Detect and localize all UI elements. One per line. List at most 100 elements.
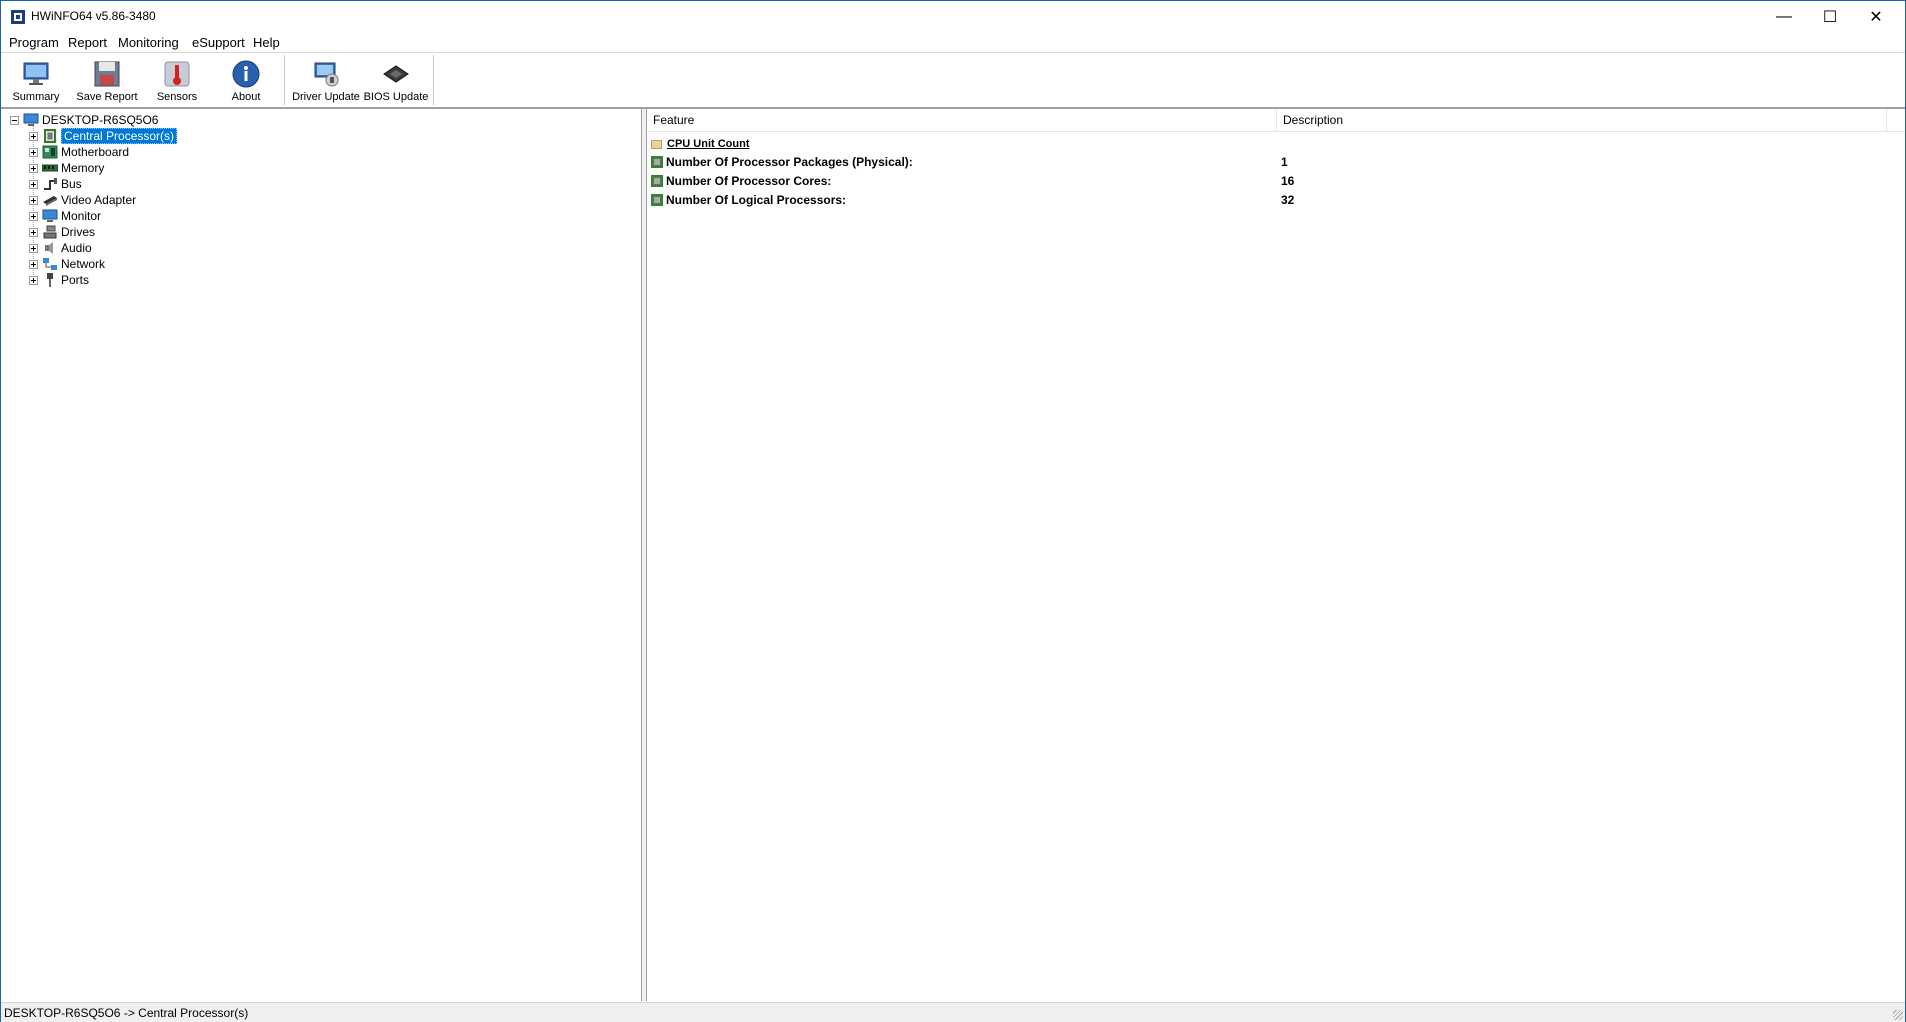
tree-item-network[interactable]: Network	[29, 256, 105, 272]
tree-item-cpu[interactable]: Central Processor(s)	[29, 128, 178, 144]
expand-icon[interactable]	[29, 211, 38, 221]
memory-icon	[41, 161, 59, 175]
bios-update-button[interactable]: BIOS Update	[363, 55, 429, 105]
list-row[interactable]: Number Of Processor Cores: 16	[651, 172, 1891, 190]
sensors-button[interactable]: Sensors	[151, 55, 203, 105]
toolbar-separator	[284, 55, 285, 105]
toolbar-separator	[433, 55, 434, 105]
column-feature[interactable]: Feature	[653, 113, 694, 127]
tree-item-video-adapter-label: Video Adapter	[61, 193, 137, 207]
audio-icon	[42, 241, 58, 255]
tree-item-memory-label: Memory	[61, 161, 105, 175]
tree-item-network-label: Network	[61, 257, 106, 271]
tree-item-video-adapter[interactable]: Video Adapter	[29, 192, 136, 208]
tree-root-label: DESKTOP-R6SQ5O6	[42, 113, 159, 127]
tree-item-monitor[interactable]: Monitor	[29, 208, 101, 224]
summary-label: Summary	[12, 91, 60, 103]
details-list[interactable]: Feature Description CPU Unit Count Numbe…	[647, 109, 1905, 1001]
cpu-feature-icon	[651, 156, 663, 168]
tree-item-bus[interactable]: Bus	[29, 176, 82, 192]
tree-item-cpu-label: Central Processor(s)	[61, 128, 178, 144]
menu-esupport[interactable]: eSupport	[192, 35, 245, 50]
cpu-feature-icon	[651, 194, 663, 206]
feature-label: Number Of Logical Processors:	[666, 193, 847, 207]
list-row[interactable]: Number Of Processor Packages (Physical):…	[651, 153, 1891, 171]
description-value: 32	[1281, 193, 1295, 207]
menu-bar: Program Report Monitoring eSupport Help	[1, 33, 1905, 53]
expand-icon[interactable]	[29, 179, 38, 189]
column-divider[interactable]	[1276, 109, 1277, 131]
tree-item-memory[interactable]: Memory	[29, 160, 104, 176]
tree-root[interactable]: DESKTOP-R6SQ5O6	[10, 112, 158, 128]
expand-icon[interactable]	[29, 243, 38, 253]
driver-update-button[interactable]: Driver Update	[291, 55, 361, 105]
toolbar: Summary Save Report Sensors About Driver…	[1, 53, 1905, 107]
info-icon	[231, 59, 261, 89]
menu-help[interactable]: Help	[253, 35, 280, 50]
expand-icon[interactable]	[29, 227, 38, 237]
video-adapter-icon	[42, 193, 58, 207]
driver-update-label: Driver Update	[292, 91, 360, 103]
expand-icon[interactable]	[29, 163, 38, 173]
minimize-button[interactable]: —	[1761, 1, 1807, 33]
menu-monitoring[interactable]: Monitoring	[118, 35, 179, 50]
tree-item-monitor-label: Monitor	[61, 209, 102, 223]
bios-chip-icon	[381, 59, 411, 89]
status-text: DESKTOP-R6SQ5O6 -> Central Processor(s)	[4, 1006, 249, 1020]
resize-grip-icon[interactable]	[1893, 1010, 1903, 1020]
feature-label: Number Of Processor Packages (Physical):	[666, 155, 913, 169]
maximize-button[interactable]: ☐	[1807, 1, 1853, 33]
column-description[interactable]: Description	[1283, 113, 1343, 127]
app-window: HWiNFO64 v5.86-3480 — ☐ ✕ Program Report…	[0, 0, 1906, 1022]
tree-item-drives-label: Drives	[61, 225, 96, 239]
tree-item-bus-label: Bus	[61, 177, 82, 191]
cpu-icon	[42, 129, 58, 143]
monitor-icon	[21, 59, 51, 89]
category-row[interactable]: CPU Unit Count	[651, 135, 1891, 153]
about-button[interactable]: About	[219, 55, 273, 105]
device-tree[interactable]: DESKTOP-R6SQ5O6 Central Processor(s) Mot…	[5, 109, 641, 1001]
feature-label: Number Of Processor Cores:	[666, 174, 832, 188]
drives-icon	[42, 225, 58, 239]
sensors-label: Sensors	[156, 91, 198, 103]
description-value: 16	[1281, 174, 1295, 188]
tree-item-drives[interactable]: Drives	[29, 224, 95, 240]
column-divider[interactable]	[1886, 109, 1887, 131]
summary-button[interactable]: Summary	[9, 55, 63, 105]
network-icon	[42, 257, 58, 271]
expand-icon[interactable]	[29, 195, 38, 205]
thermometer-icon	[162, 59, 192, 89]
bios-update-label: BIOS Update	[363, 91, 429, 103]
hwinfo-app-icon	[11, 10, 25, 24]
floppy-disk-icon	[92, 59, 122, 89]
save-report-button[interactable]: Save Report	[75, 55, 139, 105]
list-header: Feature Description	[647, 109, 1905, 132]
save-report-label: Save Report	[76, 91, 138, 103]
expand-icon[interactable]	[29, 275, 38, 285]
folder-icon	[651, 139, 662, 149]
expand-icon[interactable]	[29, 259, 38, 269]
tree-item-audio-label: Audio	[61, 241, 92, 255]
close-button[interactable]: ✕	[1853, 1, 1899, 33]
category-label: CPU Unit Count	[667, 138, 750, 150]
collapse-icon[interactable]	[10, 115, 19, 125]
menu-report[interactable]: Report	[68, 35, 107, 50]
expand-icon[interactable]	[29, 147, 38, 157]
tree-item-ports[interactable]: Ports	[29, 272, 89, 288]
tree-item-ports-label: Ports	[61, 273, 90, 287]
about-label: About	[231, 91, 261, 103]
expand-icon[interactable]	[29, 131, 38, 141]
status-bar: DESKTOP-R6SQ5O6 -> Central Processor(s)	[1, 1002, 1905, 1022]
ports-icon	[42, 273, 58, 287]
computer-icon	[23, 113, 39, 127]
tree-item-audio[interactable]: Audio	[29, 240, 92, 256]
driver-update-icon	[311, 59, 341, 89]
description-value: 1	[1281, 155, 1288, 169]
window-title: HWiNFO64 v5.86-3480	[31, 9, 156, 23]
bus-icon	[42, 177, 58, 191]
tree-item-motherboard[interactable]: Motherboard	[29, 144, 129, 160]
monitor-icon	[42, 209, 58, 223]
title-bar[interactable]: HWiNFO64 v5.86-3480 — ☐ ✕	[1, 1, 1905, 33]
menu-program[interactable]: Program	[9, 35, 59, 50]
list-row[interactable]: Number Of Logical Processors: 32	[651, 191, 1891, 209]
